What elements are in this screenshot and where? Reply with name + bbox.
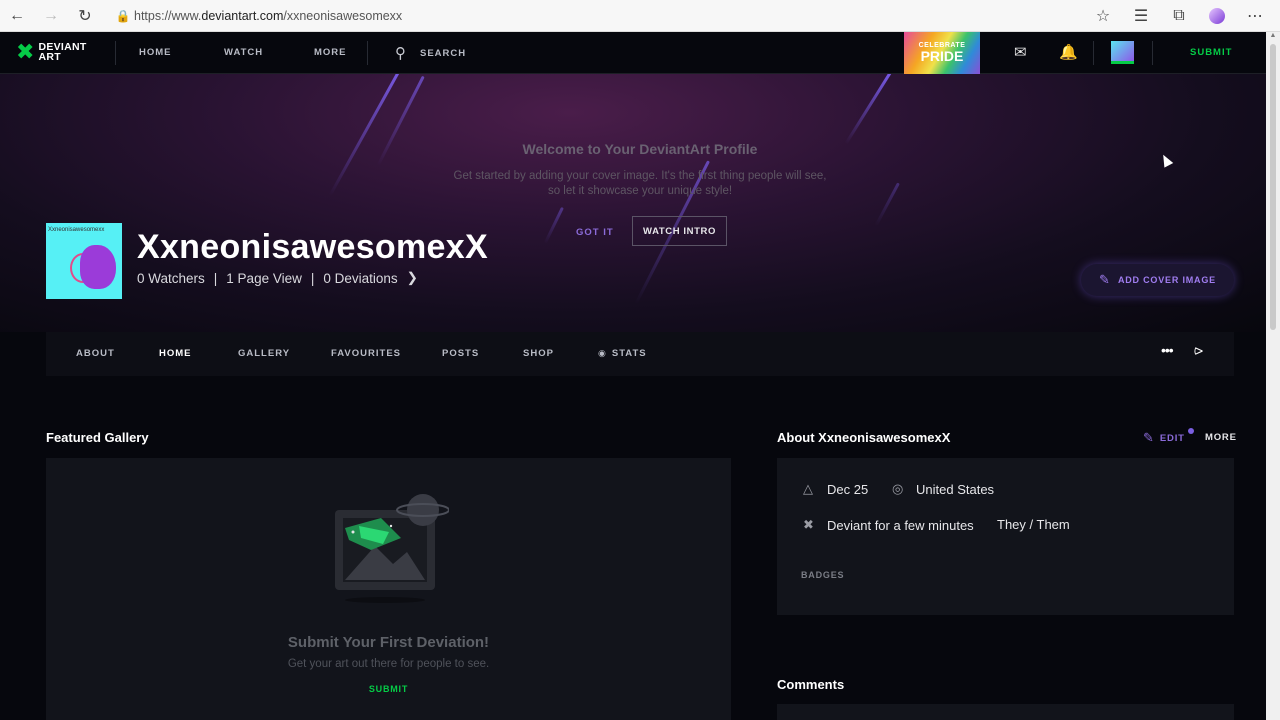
tab-favourites[interactable]: FAVOURITES xyxy=(331,348,401,359)
bell-icon[interactable]: 🔔 xyxy=(1059,43,1078,61)
add-cover-image-button[interactable]: ✎ ADD COVER IMAGE xyxy=(1081,264,1234,296)
user-avatar[interactable] xyxy=(1111,41,1134,64)
nav-home[interactable]: HOME xyxy=(139,47,172,58)
welcome-title: Welcome to Your DeviantArt Profile xyxy=(522,141,758,157)
tab-shop[interactable]: SHOP xyxy=(523,348,554,359)
tab-home[interactable]: HOME xyxy=(159,348,192,359)
decorative-streak xyxy=(874,182,900,227)
profile-icon[interactable] xyxy=(1200,0,1234,32)
profile-avatar[interactable]: Xxneonisawesomexx xyxy=(46,223,122,299)
nav-divider xyxy=(115,41,116,65)
nav-more[interactable]: MORE xyxy=(314,47,347,58)
settings-menu-icon[interactable]: ⋯ xyxy=(1238,0,1272,32)
deviantart-logo[interactable]: ✖ DEVIANT ART xyxy=(16,41,87,63)
decorative-streak xyxy=(543,206,564,245)
featured-gallery-panel: Submit Your First Deviation! Get your ar… xyxy=(46,458,731,720)
address-bar[interactable]: 🔒 https://www.deviantart.com/xxneonisawe… xyxy=(112,4,1137,28)
location-row: ◎ United States xyxy=(892,481,995,497)
pencil-icon: ✎ xyxy=(1099,272,1110,287)
decorative-streak xyxy=(844,74,893,145)
forward-icon[interactable]: → xyxy=(34,0,68,32)
nav-divider xyxy=(1152,41,1153,65)
scroll-up-icon[interactable]: ▲ xyxy=(1266,32,1280,44)
comments-panel xyxy=(777,704,1234,720)
favorites-icon[interactable]: ☰ xyxy=(1124,0,1158,32)
empty-gallery-illustration xyxy=(335,494,449,603)
cake-icon: △ xyxy=(803,481,813,496)
browser-toolbar: ← → ↻ 🔒 https://www.deviantart.com/xxneo… xyxy=(0,0,1280,32)
search-icon: ⚲ xyxy=(395,45,406,62)
refresh-icon[interactable]: ↻ xyxy=(68,0,102,32)
about-edit-button[interactable]: ✎ EDIT xyxy=(1143,430,1185,446)
watch-intro-button[interactable]: WATCH INTRO xyxy=(632,216,727,246)
star-icon[interactable]: ☆ xyxy=(1086,0,1120,32)
got-it-button[interactable]: GOT IT xyxy=(576,227,614,238)
comments-title: Comments xyxy=(777,677,845,692)
gallery-submit-button[interactable]: SUBMIT xyxy=(46,684,731,694)
page-views-count: 1 Page View xyxy=(226,270,302,286)
about-panel: △ Dec 25 ◎ United States ✖ Deviant for a… xyxy=(777,458,1234,615)
pronouns-row: They / Them xyxy=(997,517,1070,532)
nav-divider xyxy=(367,41,368,65)
back-icon[interactable]: ← xyxy=(0,0,34,32)
chevron-right-icon: ❯ xyxy=(406,270,418,285)
tab-posts[interactable]: POSTS xyxy=(442,348,479,359)
submit-button[interactable]: SUBMIT xyxy=(1190,47,1232,58)
search-button[interactable]: ⚲ SEARCH xyxy=(395,44,466,62)
pencil-icon: ✎ xyxy=(1143,430,1154,445)
notification-dot xyxy=(1188,428,1194,434)
empty-gallery-subtitle: Get your art out there for people to see… xyxy=(287,658,490,670)
welcome-description: Get started by adding your cover image. … xyxy=(453,170,827,197)
more-options-icon[interactable]: ••• xyxy=(1161,342,1174,358)
collections-icon[interactable]: ⧉ xyxy=(1162,0,1196,32)
tab-about[interactable]: ABOUT xyxy=(76,348,115,359)
page-scrollbar[interactable]: ▲ xyxy=(1266,32,1280,720)
tab-stats[interactable]: ◉ STATS xyxy=(598,348,647,359)
profile-stats[interactable]: 0 Watchers | 1 Page View | 0 Deviations … xyxy=(137,270,418,286)
watchers-count: 0 Watchers xyxy=(137,270,205,286)
cover-area: Welcome to Your DeviantArt Profile Get s… xyxy=(0,74,1266,332)
url-text: https://www.deviantart.com/xxneonisaweso… xyxy=(134,9,403,23)
about-more-button[interactable]: MORE xyxy=(1205,432,1237,443)
deviantart-logo-icon: ✖ xyxy=(16,39,35,64)
eye-icon: ◉ xyxy=(598,348,607,358)
birthday-row: △ Dec 25 xyxy=(803,481,869,497)
featured-gallery-title: Featured Gallery xyxy=(46,430,149,445)
empty-gallery-title: Submit Your First Deviation! xyxy=(287,634,490,651)
about-title: About XxneonisawesomexX xyxy=(777,430,951,445)
profile-username: XxneonisawesomexX xyxy=(137,228,488,266)
profile-tabs: ABOUT HOME GALLERY FAVOURITES POSTS SHOP… xyxy=(46,332,1234,376)
share-icon[interactable]: ⪧ xyxy=(1194,342,1203,360)
location-pin-icon: ◎ xyxy=(892,481,904,496)
badges-label: BADGES xyxy=(801,570,845,580)
nav-watch[interactable]: WATCH xyxy=(224,47,263,58)
nav-divider xyxy=(1093,41,1094,65)
scrollbar-thumb[interactable] xyxy=(1270,44,1276,330)
tab-gallery[interactable]: GALLERY xyxy=(238,348,290,359)
lock-icon: 🔒 xyxy=(115,9,131,23)
deviations-count: 0 Deviations xyxy=(323,270,398,286)
pride-promo-banner[interactable]: CELEBRATE PRIDE xyxy=(904,32,980,74)
deviantart-logo-icon: ✖ xyxy=(803,517,814,532)
mail-icon[interactable]: ✉ xyxy=(1014,43,1027,61)
member-since-row: ✖ Deviant for a few minutes xyxy=(803,517,974,533)
site-navbar: ✖ DEVIANT ART HOME WATCH MORE ⚲ SEARCH CE… xyxy=(0,32,1266,74)
